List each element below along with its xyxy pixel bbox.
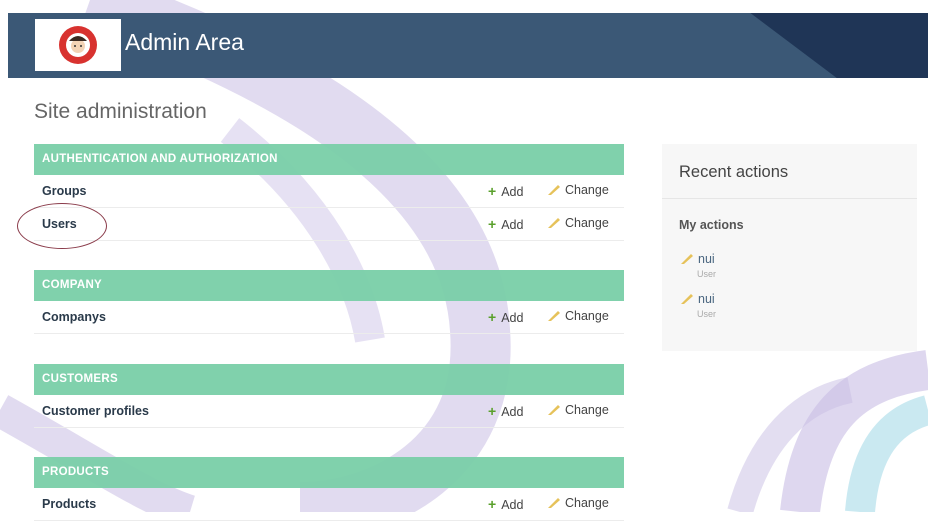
page-title: Site administration (34, 100, 207, 123)
pencil-icon (681, 254, 693, 264)
change-link[interactable]: Change (547, 496, 609, 510)
plus-icon: + (488, 309, 497, 325)
table-row: Companys + Add Change (34, 301, 624, 334)
change-link[interactable]: Change (547, 403, 609, 417)
header-accent (750, 13, 928, 78)
recent-action-type: User (697, 309, 717, 319)
table-row: Users + Add Change (34, 208, 624, 241)
plus-icon: + (488, 183, 497, 199)
add-link[interactable]: + Add (488, 309, 523, 325)
model-link-groups[interactable]: Groups (42, 184, 86, 198)
table-row: Customer profiles + Add Change (34, 395, 624, 428)
table-row: Groups + Add Change (34, 175, 624, 208)
my-actions-heading: My actions (679, 218, 744, 232)
module-auth: Authentication and Authorization Groups … (34, 144, 624, 241)
pencil-icon (548, 405, 560, 415)
change-link[interactable]: Change (547, 216, 609, 230)
add-link[interactable]: + Add (488, 403, 523, 419)
site-title[interactable]: Admin Area (125, 29, 244, 56)
pencil-icon (548, 498, 560, 508)
logo[interactable] (35, 19, 121, 71)
model-link-companys[interactable]: Companys (42, 310, 106, 324)
pencil-icon (548, 185, 560, 195)
recent-action-item[interactable]: nui User (680, 250, 716, 279)
recent-actions-title: Recent actions (679, 163, 789, 181)
add-link[interactable]: + Add (488, 496, 523, 512)
recent-actions-panel: Recent actions My actions nui User nui U… (662, 144, 917, 351)
pencil-icon (681, 294, 693, 304)
module-products: Products Products + Add Change (34, 457, 624, 521)
model-link-products[interactable]: Products (42, 497, 96, 511)
recent-action-link[interactable]: nui (698, 292, 715, 306)
recent-action-link[interactable]: nui (698, 252, 715, 266)
plus-icon: + (488, 496, 497, 512)
change-link[interactable]: Change (547, 309, 609, 323)
table-row: Products + Add Change (34, 488, 624, 521)
add-link[interactable]: + Add (488, 183, 523, 199)
model-link-customer-profiles[interactable]: Customer profiles (42, 404, 149, 418)
change-link[interactable]: Change (547, 183, 609, 197)
plus-icon: + (488, 403, 497, 419)
recent-action-item[interactable]: nui User (680, 290, 716, 319)
module-company: Company Companys + Add Change (34, 270, 624, 334)
coffee-boy-logo-icon (59, 26, 97, 64)
pencil-icon (548, 311, 560, 321)
plus-icon: + (488, 216, 497, 232)
divider (662, 198, 917, 199)
recent-action-type: User (697, 269, 717, 279)
module-header[interactable]: Customers (34, 364, 624, 395)
header-bar: Admin Area (8, 13, 928, 78)
add-link[interactable]: + Add (488, 216, 523, 232)
module-header[interactable]: Company (34, 270, 624, 301)
module-customers: Customers Customer profiles + Add Change (34, 364, 624, 428)
module-header[interactable]: Authentication and Authorization (34, 144, 624, 175)
pencil-icon (548, 218, 560, 228)
module-header[interactable]: Products (34, 457, 624, 488)
highlight-circle (17, 203, 107, 249)
